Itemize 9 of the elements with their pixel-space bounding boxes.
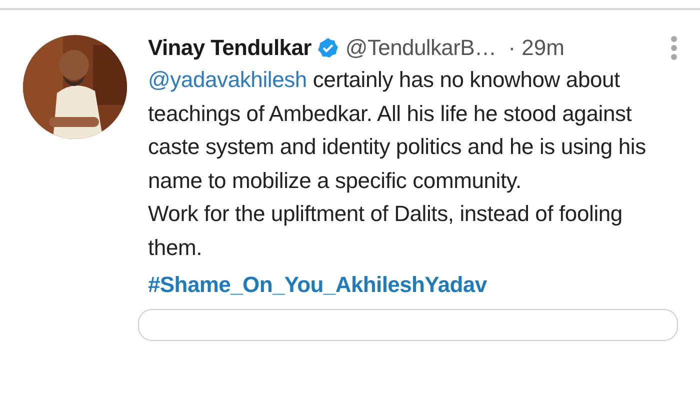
tweet-text: @yadavakhilesh certainly has no knowhow about teachings of Ambedkar. All his life he stood against caste system and identity politics and he is using his name to mobilize a specific community. [148, 66, 647, 195]
author-handle[interactable]: @TendulkarB… [345, 35, 496, 61]
tweet-text: Work for the upliftment of Dalits, instead of fooling them. [148, 200, 624, 262]
quoted-tweet-card[interactable] [138, 309, 678, 341]
author-name: Vinay Tendulkar [148, 35, 312, 61]
timestamp: · 29m [508, 35, 564, 61]
hashtag-link[interactable]: #Shame_On_You_AkhileshYadav [148, 270, 678, 300]
more-options-icon[interactable] [670, 36, 678, 60]
mention-link[interactable]: @yadavakhilesh [148, 67, 307, 92]
